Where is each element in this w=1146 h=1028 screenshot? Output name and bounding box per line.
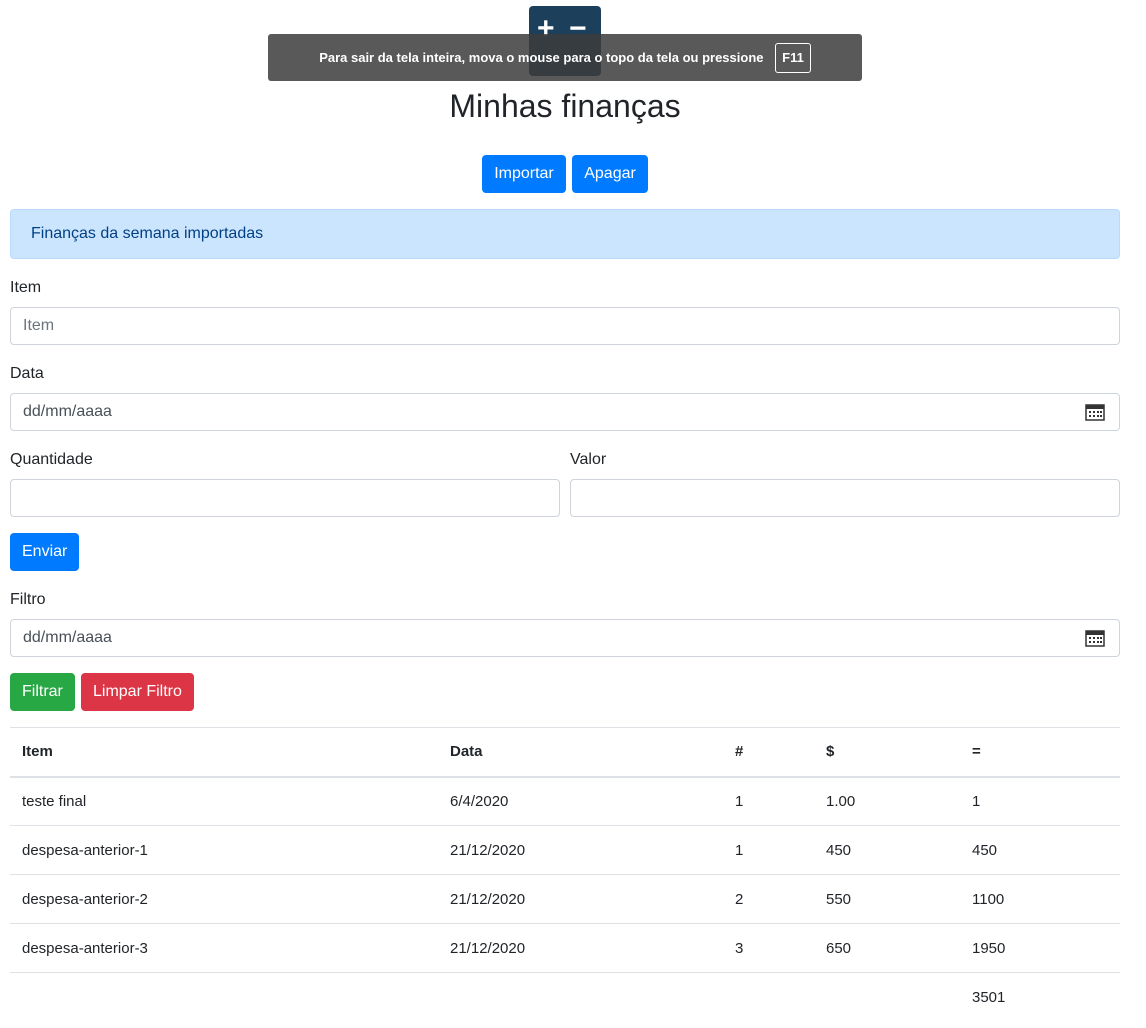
submit-button[interactable]: Enviar	[10, 533, 80, 571]
header-total: =	[960, 727, 1120, 778]
cell-total: 1100	[960, 874, 1120, 924]
finance-table: Item Data # $ = teste final 6/4/2020 1 1…	[10, 727, 1120, 1022]
table-total-row: 3501	[10, 972, 1120, 1022]
table-row: despesa-anterior-2 21/12/2020 2 550 1100	[10, 874, 1120, 924]
cell-value: 450	[814, 825, 960, 875]
cell-total: 1950	[960, 923, 1120, 973]
cell-item: despesa-anterior-1	[10, 825, 438, 875]
filter-button[interactable]: Filtrar	[10, 673, 75, 711]
table-row: teste final 6/4/2020 1 1.00 1	[10, 776, 1120, 826]
cell-quantity: 1	[723, 825, 814, 875]
f11-key-badge: F11	[775, 43, 811, 73]
filter-date-placeholder: dd/mm/aaaa	[23, 629, 112, 646]
top-toolbar: Importar Apagar	[10, 155, 1120, 193]
cell-value: 1.00	[814, 776, 960, 826]
cell-date: 6/4/2020	[438, 776, 723, 826]
delete-button[interactable]: Apagar	[572, 155, 648, 193]
cell-date: 21/12/2020	[438, 923, 723, 973]
table-row: despesa-anterior-3 21/12/2020 3 650 1950	[10, 923, 1120, 973]
calendar-icon[interactable]	[1085, 629, 1105, 647]
cell-quantity: 1	[723, 776, 814, 826]
cell-date: 21/12/2020	[438, 825, 723, 875]
grand-total: 3501	[960, 972, 1120, 1022]
quantity-label: Quantidade	[10, 451, 93, 468]
quantity-input[interactable]	[10, 479, 560, 517]
clear-filter-button[interactable]: Limpar Filtro	[81, 673, 194, 711]
date-placeholder: dd/mm/aaaa	[23, 403, 112, 420]
cell-item: despesa-anterior-3	[10, 923, 438, 973]
import-button[interactable]: Importar	[482, 155, 566, 193]
cell-quantity: 3	[723, 923, 814, 973]
cell-total: 450	[960, 825, 1120, 875]
cell-item: despesa-anterior-2	[10, 874, 438, 924]
date-label: Data	[10, 365, 44, 382]
value-label: Valor	[570, 451, 607, 468]
cell-total: 1	[960, 776, 1120, 826]
cell-value: 550	[814, 874, 960, 924]
fullscreen-notice-text: Para sair da tela inteira, mova o mouse …	[319, 50, 764, 65]
header-value: $	[814, 727, 960, 778]
header-quantity: #	[723, 727, 814, 778]
cell-item: teste final	[10, 776, 438, 826]
fullscreen-notice: Para sair da tela inteira, mova o mouse …	[268, 34, 862, 81]
cell-quantity: 2	[723, 874, 814, 924]
item-input[interactable]	[10, 307, 1120, 345]
cell-value: 650	[814, 923, 960, 973]
date-input[interactable]: dd/mm/aaaa	[10, 393, 1120, 431]
filter-date-input[interactable]: dd/mm/aaaa	[10, 619, 1120, 657]
import-alert: Finanças da semana importadas	[10, 209, 1120, 259]
cell-date: 21/12/2020	[438, 874, 723, 924]
page-title: Minhas finanças	[449, 88, 681, 124]
header-date: Data	[438, 727, 723, 778]
calendar-icon[interactable]	[1085, 403, 1105, 421]
value-input[interactable]	[570, 479, 1120, 517]
table-header-row: Item Data # $ =	[10, 727, 1120, 778]
filter-label: Filtro	[10, 591, 46, 608]
item-label: Item	[10, 279, 42, 296]
header-item: Item	[10, 727, 438, 778]
table-row: despesa-anterior-1 21/12/2020 1 450 450	[10, 825, 1120, 875]
